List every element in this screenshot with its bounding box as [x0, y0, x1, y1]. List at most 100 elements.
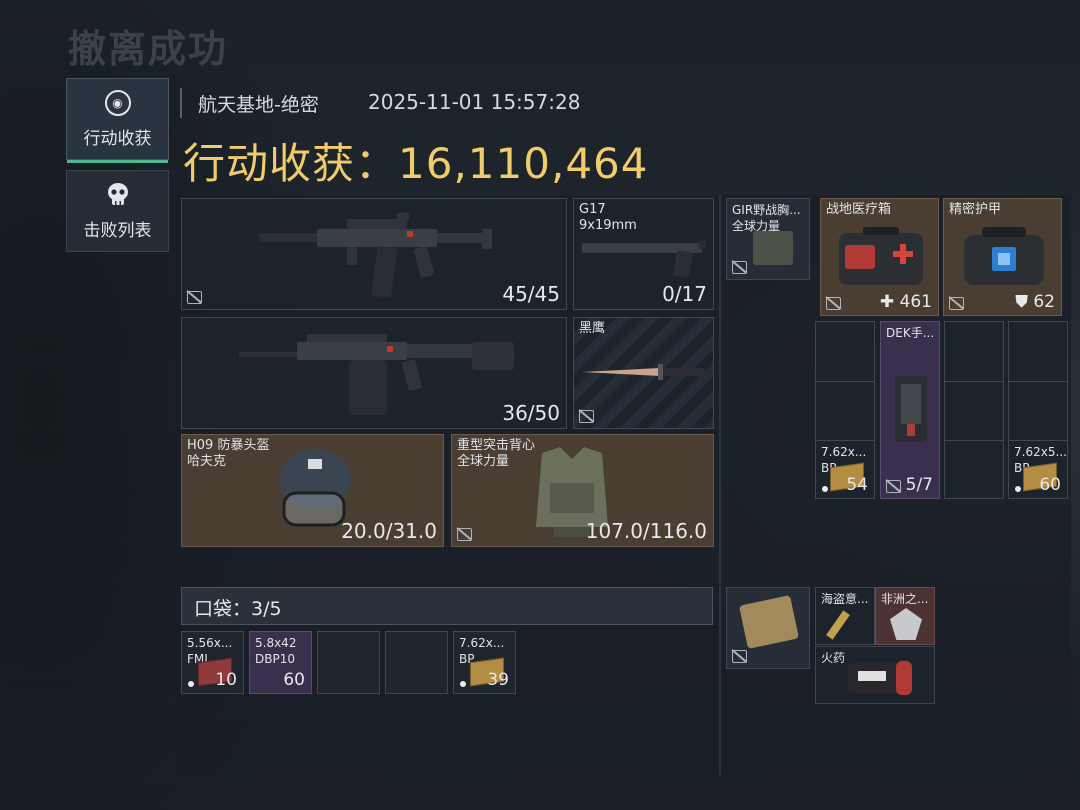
pistol-icon — [582, 241, 706, 278]
rig-ammo-right-name-text: 7.62x5... — [1014, 445, 1067, 459]
medkit-icon — [839, 227, 923, 285]
page-title: 撤离成功 — [68, 27, 229, 71]
primary-weapon-slot[interactable]: 45/45 — [181, 198, 567, 310]
knife-icon — [582, 364, 705, 380]
lock-icon — [826, 297, 841, 310]
armor-kit-name: 精密护甲 — [949, 202, 1002, 217]
pocket-slot-5[interactable]: 7.62x... BP 39 — [453, 631, 516, 694]
armor-name-text: 重型突击背心 — [457, 438, 536, 453]
ammo-dot-icon — [822, 486, 828, 492]
helmet-brand: 哈夫克 — [187, 454, 227, 469]
raid-datetime: 2025-11-01 15:57:28 — [368, 90, 581, 114]
pocket-2-sub: DBP10 — [255, 652, 295, 666]
armor-kit-icon — [964, 227, 1044, 285]
rig-ammo-left-qty: 54 — [846, 475, 868, 495]
backpack-icon — [738, 595, 800, 649]
tab-kill-list[interactable]: 击败列表 — [66, 170, 169, 252]
pocket-1-name-text: 5.56x... — [187, 636, 233, 650]
pocket-slot-empty-2[interactable] — [385, 631, 448, 694]
tab-harvest-label: 行动收获 — [83, 128, 152, 149]
helmet-durability: 20.0/31.0 — [341, 519, 437, 543]
pocket-5-qty: 39 — [487, 670, 509, 690]
chest-rig-name-text: GIR野战胸... — [732, 203, 801, 217]
pocket-slot-2[interactable]: 5.8x42 DBP10 60 — [249, 631, 312, 694]
ammo-dot-icon — [1015, 486, 1021, 492]
ammo-dot-icon — [188, 681, 194, 687]
gem-icon — [890, 608, 922, 640]
lock-icon — [579, 410, 594, 423]
rig-column-1: 7.62x... BP 54 — [815, 321, 875, 499]
harvest-value: 16,110,464 — [398, 139, 649, 188]
backpack-item-2-name: 非洲之... — [881, 592, 929, 606]
map-location: 航天基地-绝密 — [198, 94, 319, 116]
ammo-dot-icon — [460, 681, 466, 687]
lock-icon — [732, 261, 747, 274]
harvest-label: 行动收获： — [183, 139, 399, 188]
rig-column-3[interactable] — [944, 321, 1004, 499]
pistol-slot[interactable]: G17 9x19mm 0/17 — [573, 198, 714, 310]
tab-harvest[interactable]: ◉ 行动收获 — [66, 78, 169, 163]
lock-icon — [187, 291, 202, 304]
rig-item-slot[interactable]: DEK手... 5/7 — [880, 321, 940, 499]
brush-icon — [826, 610, 850, 640]
rig-ammo-left-name-text: 7.62x... — [821, 445, 867, 459]
armor-durability: 107.0/116.0 — [585, 519, 707, 543]
pistol-caliber: 9x19mm — [579, 218, 637, 233]
medkit-value-text: 461 — [899, 292, 932, 312]
pocket-2-name-text: 5.8x42 — [255, 636, 297, 650]
rig-ammo-right-qty: 60 — [1039, 475, 1061, 495]
rig-grid-line — [945, 440, 1003, 441]
primary-ammo: 45/45 — [502, 282, 560, 306]
harvest-total: 行动收获：16,110,464 — [183, 130, 649, 191]
rig-item-name: DEK手... — [886, 326, 935, 340]
armor-kit-value: ⛊ 62 — [1015, 292, 1055, 312]
lock-icon — [457, 528, 472, 541]
medkit-slot[interactable]: 战地医疗箱 ✚ 461 — [820, 198, 939, 316]
secondary-ammo: 36/50 — [502, 401, 560, 425]
backpack-item-1[interactable]: 海盗意... — [815, 587, 875, 645]
chest-rig-slot[interactable]: GIR野战胸... 全球力量 — [726, 198, 810, 280]
pocket-1-qty: 10 — [215, 670, 237, 690]
helmet-slot[interactable]: H09 防暴头盔 哈夫克 20.0/31.0 — [181, 434, 444, 547]
melee-name: 黑鹰 — [579, 321, 606, 336]
backpack-item-3-name: 火药 — [821, 651, 846, 665]
armor-slot[interactable]: 重型突击背心 全球力量 107.0/116.0 — [451, 434, 714, 547]
rig-grid-line — [945, 381, 1003, 382]
helmet-name: H09 防暴头盔 哈夫克 — [187, 438, 269, 470]
armor-brand: 全球力量 — [457, 454, 510, 469]
rig-ammo-right[interactable]: 7.62x5... BP 60 — [1009, 441, 1067, 498]
tool-case-icon — [895, 376, 927, 442]
backpack-item-2[interactable]: 非洲之... — [875, 587, 935, 645]
chest-rig-name: GIR野战胸... 全球力量 — [732, 202, 801, 234]
melee-slot[interactable]: 黑鹰 — [573, 317, 714, 429]
armor-kit-slot[interactable]: 精密护甲 ⛊ 62 — [943, 198, 1062, 316]
pistol-ammo: 0/17 — [662, 282, 707, 306]
lock-icon — [886, 480, 901, 493]
backpack-item-3[interactable]: 火药 — [815, 646, 935, 704]
pocket-5-name-text: 7.62x... — [459, 636, 505, 650]
pockets-count: 3/5 — [251, 598, 282, 620]
rig-item-qty: 5/7 — [905, 475, 933, 495]
header-divider — [180, 88, 182, 118]
pistol-name-text: G17 — [579, 202, 606, 217]
chest-rig-icon — [753, 231, 793, 265]
rig-grid-line — [816, 381, 874, 382]
gunpowder-icon — [848, 661, 912, 695]
assault-rifle-icon — [259, 213, 492, 298]
active-tab-indicator — [67, 160, 168, 163]
rig-column-4: 7.62x5... BP 60 — [1008, 321, 1068, 499]
rig-ammo-left[interactable]: 7.62x... BP 54 — [816, 441, 874, 498]
rig-grid-line — [1009, 381, 1067, 382]
lock-icon — [949, 297, 964, 310]
armor-name: 重型突击背心 全球力量 — [457, 438, 535, 470]
pocket-slot-1[interactable]: 5.56x... FMJ 10 — [181, 631, 244, 694]
battle-rifle-icon — [239, 334, 514, 415]
helmet-name-text: H09 防暴头盔 — [187, 438, 270, 453]
secondary-weapon-slot[interactable]: 36/50 — [181, 317, 567, 429]
pistol-name: G17 9x19mm — [579, 202, 637, 234]
backpack-slot[interactable] — [726, 587, 810, 669]
pocket-2-name: 5.8x42 DBP10 — [255, 635, 296, 667]
target-icon: ◉ — [104, 89, 131, 116]
pocket-slot-empty-1[interactable] — [317, 631, 380, 694]
skull-icon — [107, 182, 128, 205]
